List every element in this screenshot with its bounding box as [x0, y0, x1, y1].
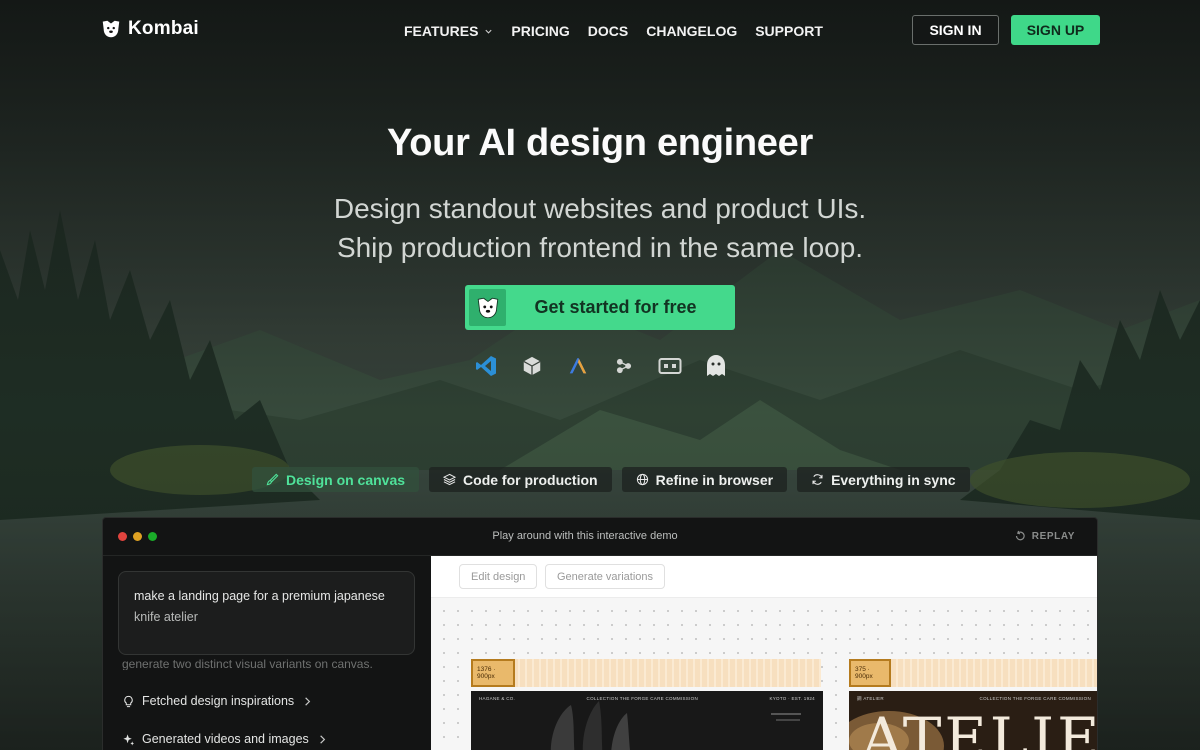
tab-refine-in-browser[interactable]: Refine in browser: [621, 467, 788, 492]
generate-variations-button[interactable]: Generate variations: [545, 564, 665, 589]
tab-everything-in-sync[interactable]: Everything in sync: [797, 467, 970, 492]
replay-icon: [1015, 530, 1025, 541]
dog-logo-icon: [102, 20, 120, 38]
demo-caption: Play around with this interactive demo: [492, 530, 678, 542]
nav-link-label: FEATURES: [404, 23, 479, 39]
interactive-demo-window: Play around with this interactive demo R…: [102, 517, 1098, 750]
nav-link-support[interactable]: SUPPORT: [755, 23, 823, 39]
antigravity-icon[interactable]: [566, 354, 590, 378]
nav-link-label: CHANGELOG: [646, 23, 738, 39]
top-nav: Kombai FEATURES PRICING DOCS CHANGELOG S…: [0, 0, 1200, 62]
chat-panel: make a landing page for a premium japane…: [103, 556, 431, 750]
tab-code-for-production[interactable]: Code for production: [429, 467, 612, 492]
nav-links: FEATURES PRICING DOCS CHANGELOG SUPPORT: [404, 23, 823, 39]
prompt-line-2: knife atelier: [134, 610, 198, 624]
bulb-icon: [124, 695, 133, 707]
knife-illustration: [550, 701, 801, 750]
brand-logo[interactable]: Kombai: [100, 18, 199, 40]
demo-title-bar: Play around with this interactive demo R…: [103, 518, 1097, 556]
prompt-message: make a landing page for a premium japane…: [118, 571, 415, 655]
cta-label: Get started for free: [534, 297, 697, 317]
globe-icon: [636, 473, 648, 486]
tab-label: Design on canvas: [286, 471, 406, 488]
frame-size-tag: 1376 · 900px: [471, 659, 515, 687]
nav-link-label: DOCS: [587, 23, 629, 39]
prompt-line-1: make a landing page for a premium japane…: [134, 589, 385, 603]
terminal-icon[interactable]: [658, 354, 682, 378]
tab-label: Code for production: [463, 471, 598, 488]
nav-link-pricing[interactable]: PRICING: [511, 23, 569, 39]
step-label: Generated videos and images: [142, 732, 309, 746]
nodes-icon[interactable]: [612, 354, 636, 378]
cta-icon-box: [469, 289, 506, 326]
step-label: Fetched design inspirations: [142, 694, 295, 708]
nav-link-changelog[interactable]: CHANGELOG: [646, 23, 737, 39]
cube-icon[interactable]: [520, 354, 544, 378]
frame-links: COLLECTION THE FORGE CARE COMMISSION: [979, 696, 1091, 701]
faded-message: generate two distinct visual variants on…: [122, 658, 373, 670]
hero-subtitle: Design standout websites and product UIs…: [0, 189, 1200, 267]
ghost-icon[interactable]: [704, 354, 728, 378]
frame-size-tag: 375 · 900px: [849, 659, 891, 687]
frame-ruler: [471, 659, 821, 687]
design-frame-variant-2[interactable]: 鋼 ATELIER COLLECTION THE FORGE CARE COMM…: [849, 691, 1098, 750]
layers-icon: [443, 473, 457, 486]
nav-link-label: SUPPORT: [755, 23, 823, 39]
dog-logo-icon: [477, 297, 498, 318]
frame-brand: 鋼 ATELIER: [857, 696, 884, 701]
hero-title: Your AI design engineer: [387, 122, 813, 164]
chevron-down-icon: [485, 29, 493, 34]
nav-link-label: PRICING: [511, 23, 570, 39]
design-canvas[interactable]: 1376 · 900px HAGANE & CO. COLLECTION THE…: [431, 598, 1098, 750]
replay-label: REPLAY: [1031, 530, 1075, 542]
sync-icon: [812, 474, 823, 485]
tab-design-on-canvas[interactable]: Design on canvas: [252, 467, 420, 492]
chevron-right-icon: [305, 696, 311, 706]
hero-subtitle-line-2: Ship production frontend in the same loo…: [336, 232, 864, 263]
brand-name: Kombai: [128, 18, 199, 39]
tab-label: Everything in sync: [831, 471, 956, 488]
feature-tabs: Design on canvas Code for production Ref…: [252, 467, 970, 492]
nav-link-features[interactable]: FEATURES: [404, 23, 493, 39]
frame-headline: ATELIE: [861, 705, 1098, 750]
chevron-right-icon: [319, 734, 325, 744]
sign-in-button[interactable]: SIGN IN: [912, 15, 999, 45]
edit-design-button[interactable]: Edit design: [459, 564, 538, 589]
nav-link-docs[interactable]: DOCS: [588, 23, 628, 39]
canvas-toolbar: Edit design Generate variations: [431, 556, 1097, 598]
design-canvas-panel: Edit design Generate variations 1376 · 9…: [431, 556, 1098, 750]
step-generated-media[interactable]: Generated videos and images: [122, 732, 329, 746]
integration-icons: [474, 354, 728, 378]
tab-label: Refine in browser: [655, 471, 774, 488]
vscode-icon[interactable]: [474, 354, 498, 378]
hero-subtitle-line-1: Design standout websites and product UIs…: [333, 193, 867, 224]
design-frame-variant-1[interactable]: HAGANE & CO. COLLECTION THE FORGE CARE C…: [471, 691, 823, 750]
frame-nav: 鋼 ATELIER COLLECTION THE FORGE CARE COMM…: [857, 696, 1091, 702]
replay-button[interactable]: REPLAY: [1014, 530, 1075, 542]
get-started-button[interactable]: Get started for free: [465, 285, 735, 330]
step-fetched-inspirations[interactable]: Fetched design inspirations: [122, 694, 314, 708]
sign-up-button[interactable]: SIGN UP: [1011, 15, 1100, 45]
brush-icon: [266, 473, 279, 486]
sparkle-icon: [123, 733, 135, 745]
